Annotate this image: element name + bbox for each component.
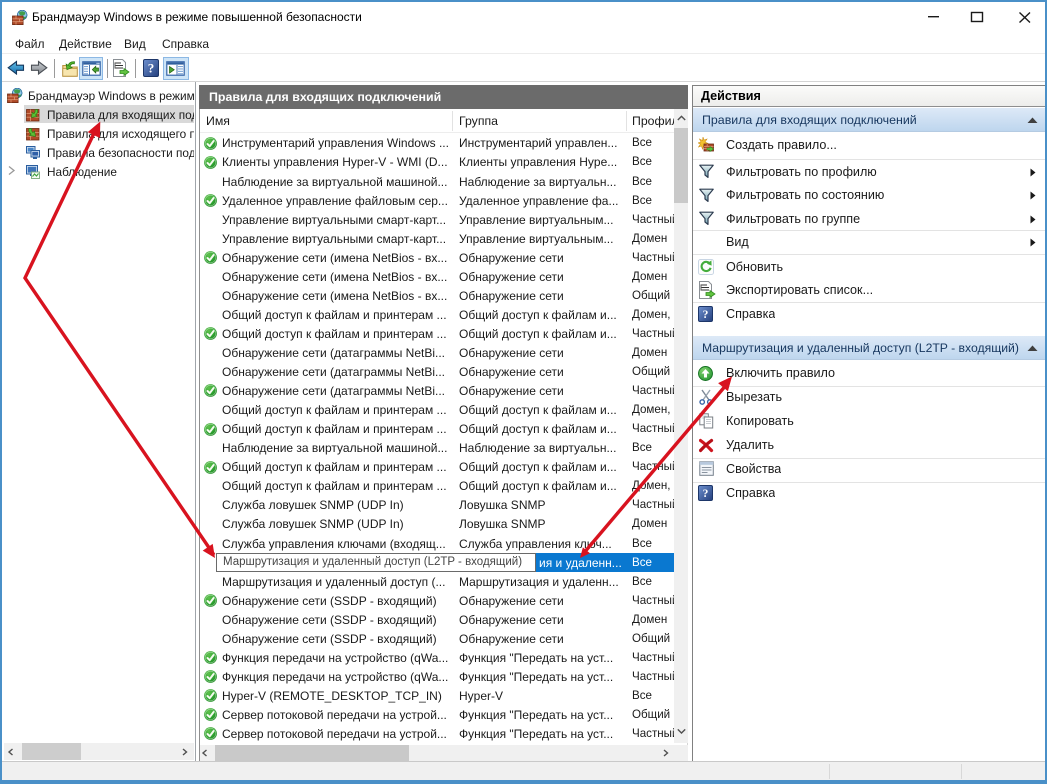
svg-text:?: ?	[148, 61, 155, 76]
svg-text:?: ?	[703, 309, 709, 321]
svg-text:?: ?	[703, 488, 709, 500]
